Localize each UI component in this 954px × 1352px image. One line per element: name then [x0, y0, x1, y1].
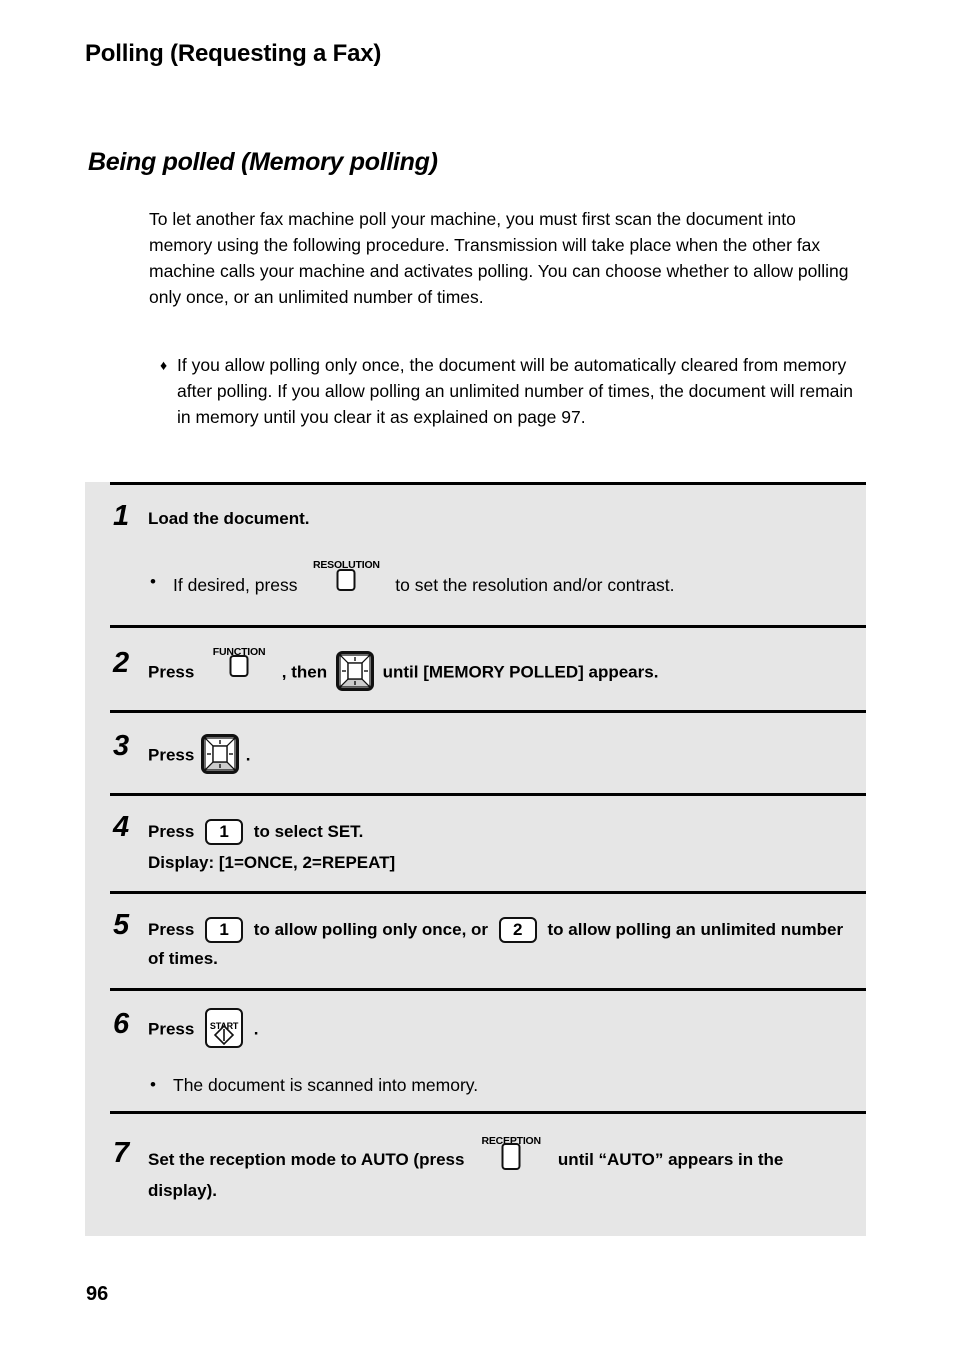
- step-text: Set the reception mode to AUTO (press RE…: [148, 1135, 856, 1206]
- arrow-key[interactable]: [201, 734, 240, 774]
- start-diamond-icon: [213, 1024, 235, 1055]
- reception-key[interactable]: RECEPTION: [481, 1135, 541, 1170]
- key-body: [229, 655, 249, 678]
- step-text-post: .: [253, 1019, 259, 1039]
- step-text-mid: to allow polling only once, or: [253, 920, 489, 939]
- step-5: 5 Press 1 to allow polling only once, or…: [85, 891, 866, 988]
- step-1: 1 Load the document. • If desired, press…: [85, 482, 866, 625]
- step-7: 7 Set the reception mode to AUTO (press …: [85, 1111, 866, 1231]
- step-text: Press 1 to allow polling only once, or 2…: [148, 915, 848, 973]
- step-text-post: .: [245, 745, 251, 765]
- step-number: 2: [113, 647, 130, 679]
- step-number: 4: [113, 811, 130, 843]
- step-text-pre: Set the reception mode to AUTO (press: [148, 1150, 465, 1169]
- bullet-dot-icon: •: [150, 572, 156, 591]
- step-text-post: to allow polling an unlimited number of …: [148, 920, 844, 968]
- step-text-mid: , then: [281, 662, 328, 682]
- step-heading: Load the document.: [148, 509, 310, 528]
- arrow-key[interactable]: [335, 651, 374, 691]
- resolution-key[interactable]: RESOLUTION: [313, 559, 380, 591]
- function-key[interactable]: FUNCTION: [209, 646, 269, 678]
- step-text-pre: Press: [148, 1019, 195, 1039]
- step-number: 3: [113, 730, 130, 762]
- step-text-post: to select SET.: [253, 822, 364, 841]
- step-text: Press .: [148, 734, 866, 776]
- procedure-panel: 1 Load the document. • If desired, press…: [85, 482, 866, 1236]
- intro-bullet-text: If you allow polling only once, the docu…: [177, 355, 854, 427]
- step-number: 1: [113, 500, 130, 532]
- step-number: 6: [113, 1008, 130, 1040]
- step-text-pre: Press: [148, 920, 195, 939]
- diamond-bullet-icon: ♦: [160, 357, 168, 373]
- step-note: • The document is scanned into memory.: [148, 1072, 866, 1098]
- key-body: [501, 1143, 521, 1170]
- step-2: 2 Press FUNCTION , then until [MEMORY PO…: [85, 625, 866, 710]
- start-key[interactable]: START: [205, 1008, 244, 1048]
- bullet-dot-icon: •: [150, 1075, 156, 1094]
- step-note-pre: If desired, press: [173, 575, 298, 595]
- step-number: 7: [113, 1137, 130, 1169]
- step-note-text: The document is scanned into memory.: [173, 1075, 479, 1095]
- numeric-key-2[interactable]: 2: [498, 916, 537, 943]
- step-text: Press 1 to select SET.: [148, 817, 866, 846]
- step-text-pre: Press: [148, 822, 195, 841]
- step-3: 3 Press .: [85, 710, 866, 793]
- step-text: Press START .: [148, 1008, 866, 1050]
- step-number: 5: [113, 909, 130, 941]
- intro-paragraph: To let another fax machine poll your mac…: [149, 209, 849, 307]
- numeric-key-1[interactable]: 1: [205, 818, 244, 845]
- step-display-line: Display: [1=ONCE, 2=REPEAT]: [148, 853, 396, 872]
- page-number: 96: [86, 1283, 109, 1305]
- step-text: Press FUNCTION , then until [MEMORY POLL…: [148, 646, 866, 693]
- step-text-pre: Press: [148, 662, 195, 682]
- intro-bullet: ♦ If you allow polling only once, the do…: [160, 352, 860, 430]
- section-title: Being polled (Memory polling): [88, 148, 438, 176]
- step-text-pre: Press: [148, 745, 195, 765]
- page-title: Polling (Requesting a Fax): [85, 40, 382, 67]
- key-body: [336, 569, 356, 591]
- step-note: • If desired, press RESOLUTION to set th…: [148, 559, 866, 598]
- step-text-post: until [MEMORY POLLED] appears.: [382, 662, 659, 682]
- step-6: 6 Press START . • The document is scanne…: [85, 988, 866, 1111]
- numeric-key-1[interactable]: 1: [205, 916, 244, 943]
- step-4: 4 Press 1 to select SET. Display: [1=ONC…: [85, 793, 866, 891]
- step-note-post: to set the resolution and/or contrast.: [395, 575, 675, 595]
